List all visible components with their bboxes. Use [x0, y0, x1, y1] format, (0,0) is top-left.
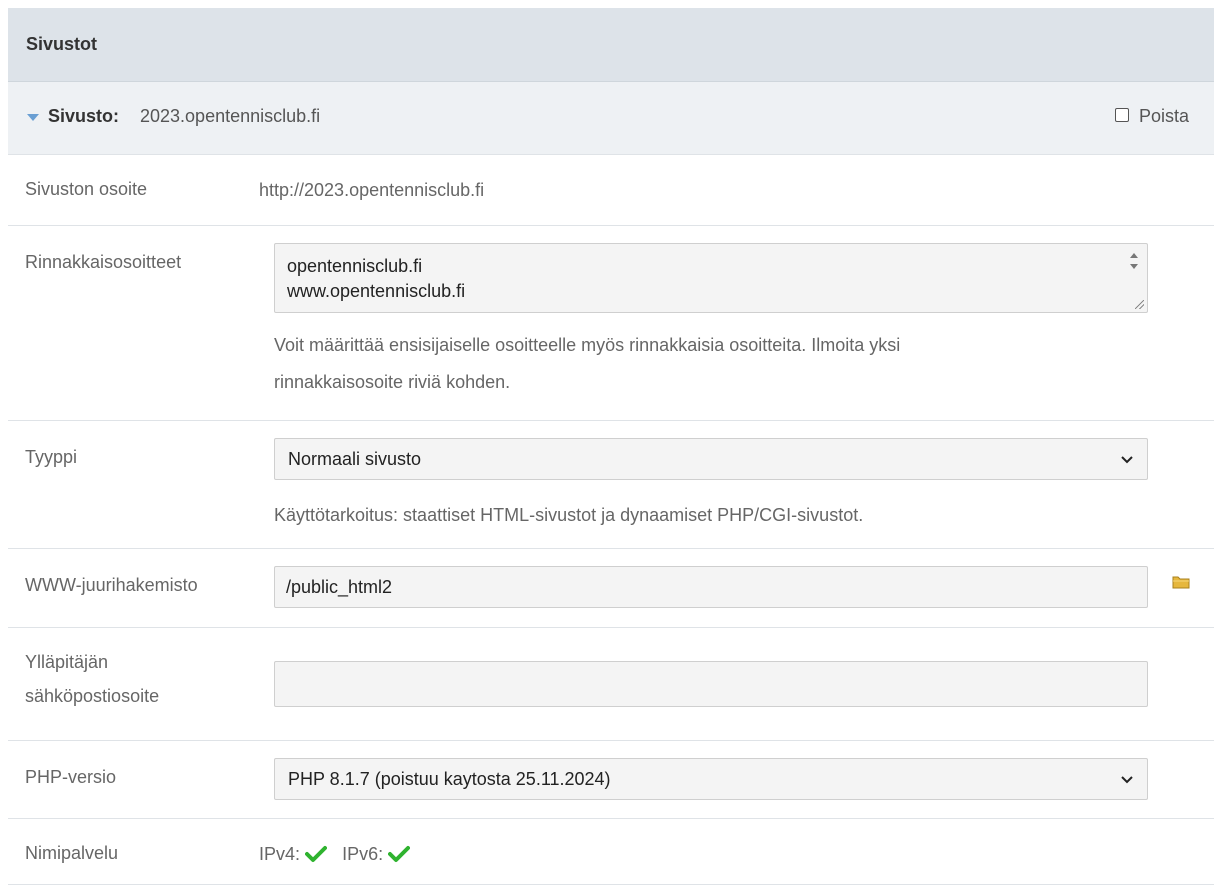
admin-email-label-line2: sähköpostiosoite: [25, 686, 160, 706]
site-address-label: Sivuston osoite: [25, 179, 148, 199]
aliases-help-line1: Voit määrittää ensisijaiselle osoitteell…: [274, 335, 901, 355]
type-select[interactable]: Normaali sivusto: [274, 438, 1148, 480]
chevron-down-icon: [1121, 759, 1133, 799]
site-label: Sivusto:: [48, 106, 120, 126]
site-header[interactable]: Sivusto: 2023.opentennisclub.fi Poista: [8, 82, 1214, 155]
row-php-version: PHP-versio PHP 8.1.7 (poistuu kaytosta 2…: [8, 741, 1214, 819]
delete-label[interactable]: Poista: [1139, 106, 1189, 127]
aliases-help-line2: rinnakkaisosoite riviä kohden.: [274, 372, 511, 392]
row-admin-email: Ylläpitäjän sähköpostiosoite: [8, 628, 1214, 741]
site-address-value: http://2023.opentennisclub.fi: [259, 180, 485, 200]
aliases-textarea[interactable]: opentennisclub.fi www.opentennisclub.fi: [274, 243, 1148, 313]
admin-email-input[interactable]: [274, 661, 1148, 707]
type-selected-value: Normaali sivusto: [288, 449, 422, 469]
row-aliases: Rinnakkaisosoitteet opentennisclub.fi ww…: [8, 226, 1214, 421]
delete-checkbox[interactable]: [1115, 108, 1129, 122]
nameserver-label: Nimipalvelu: [25, 843, 119, 863]
aliases-label: Rinnakkaisosoitteet: [25, 252, 182, 272]
php-selected-value: PHP 8.1.7 (poistuu kaytosta 25.11.2024): [288, 769, 611, 789]
admin-email-label: Ylläpitäjän sähköpostiosoite: [25, 645, 159, 713]
nameserver-status: IPv4: IPv6:: [259, 844, 411, 868]
ipv4-label: IPv4:: [259, 844, 301, 864]
php-version-select[interactable]: PHP 8.1.7 (poistuu kaytosta 25.11.2024): [274, 758, 1148, 800]
alias-line: opentennisclub.fi: [287, 256, 423, 276]
row-type: Tyyppi Normaali sivusto Käyttötarkoitus:…: [8, 421, 1214, 549]
checkmark-icon: [305, 845, 328, 868]
sites-panel: Sivustot Sivusto: 2023.opentennisclub.fi…: [8, 8, 1214, 885]
row-webroot: WWW-juurihakemisto /public_html2: [8, 549, 1214, 628]
resize-grip-icon[interactable]: [1135, 300, 1144, 309]
aliases-help: Voit määrittää ensisijaiselle osoitteell…: [274, 327, 1144, 401]
row-site-address: Sivuston osoite http://2023.opentenniscl…: [8, 155, 1214, 226]
site-name: 2023.opentennisclub.fi: [140, 106, 321, 126]
webroot-label: WWW-juurihakemisto: [25, 575, 198, 595]
type-label: Tyyppi: [25, 447, 78, 467]
panel-header: Sivustot: [8, 8, 1214, 82]
checkmark-icon: [388, 845, 411, 868]
admin-email-label-line1: Ylläpitäjän: [25, 652, 109, 672]
triangle-down-icon[interactable]: [27, 114, 39, 121]
folder-icon[interactable]: [1172, 575, 1190, 589]
chevron-down-icon: [1121, 439, 1133, 479]
type-help: Käyttötarkoitus: staattiset HTML-sivusto…: [274, 505, 864, 525]
scroll-up-icon[interactable]: [1130, 253, 1138, 258]
webroot-input[interactable]: /public_html2: [274, 566, 1148, 608]
php-version-label: PHP-versio: [25, 767, 117, 787]
row-nameserver: Nimipalvelu IPv4: IPv6:: [8, 819, 1214, 885]
panel-title: Sivustot: [26, 34, 98, 54]
scroll-down-icon[interactable]: [1130, 264, 1138, 269]
ipv6-label: IPv6:: [342, 844, 384, 864]
alias-line: www.opentennisclub.fi: [287, 281, 466, 301]
